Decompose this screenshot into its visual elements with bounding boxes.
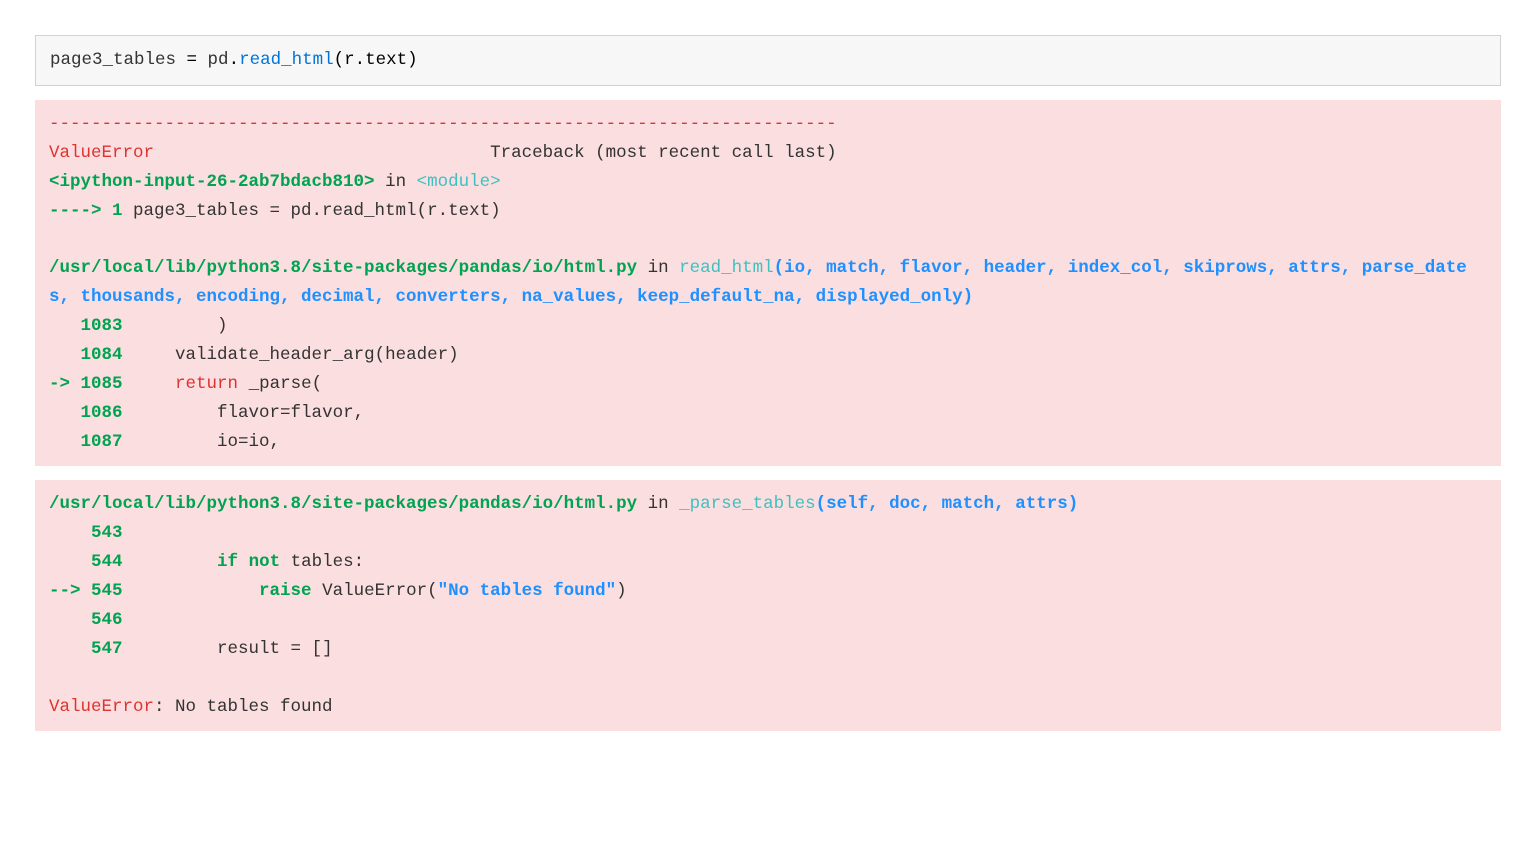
line-number: 547 — [91, 639, 123, 659]
source-line: validate_header_arg(header) — [123, 345, 459, 365]
line-number: 544 — [91, 552, 123, 572]
keyword-raise: raise — [123, 581, 312, 601]
code-dot: . — [229, 50, 240, 70]
keyword-if: if — [123, 552, 239, 572]
line-arrow-current: -> — [49, 374, 81, 394]
code-op: = — [176, 50, 208, 70]
in-word: in — [637, 494, 679, 514]
function-call: _parse — [238, 374, 312, 394]
line-number: 545 — [91, 581, 123, 601]
function-name: read_html — [679, 258, 774, 278]
in-word: in — [375, 172, 417, 192]
file-path: /usr/local/lib/python3.8/site-packages/p… — [49, 494, 637, 514]
error-name: ValueError — [49, 143, 154, 163]
line-number: 1086 — [81, 403, 123, 423]
code-attr: text — [365, 50, 407, 70]
code-input-cell[interactable]: page3_tables = pd.read_html(r.text) — [35, 35, 1501, 86]
line-arrow-current: --> — [49, 581, 91, 601]
paren: ) — [616, 581, 627, 601]
module-name: <module> — [417, 172, 501, 192]
source-line: flavor=flavor, — [123, 403, 365, 423]
code-arg: r — [344, 50, 355, 70]
error-separator: ----------------------------------------… — [49, 114, 837, 134]
line-number: 543 — [91, 523, 123, 543]
source-line — [123, 523, 134, 543]
line-number: 1083 — [81, 316, 123, 336]
paren: ( — [312, 374, 323, 394]
string-literal: "No tables found" — [438, 581, 617, 601]
final-error-message: : No tables found — [154, 697, 333, 717]
line-prefix — [49, 316, 81, 336]
line-number: 1084 — [81, 345, 123, 365]
line-prefix — [49, 523, 91, 543]
code-dot: . — [355, 50, 366, 70]
line-arrow-current: ----> 1 — [49, 201, 123, 221]
code-paren: ( — [334, 50, 345, 70]
line-prefix — [49, 639, 91, 659]
in-word: in — [637, 258, 679, 278]
line-prefix — [49, 552, 91, 572]
code-variable: page3_tables — [50, 50, 176, 70]
code-module: pd — [208, 50, 229, 70]
function-signature: (self, doc, match, attrs) — [816, 494, 1079, 514]
line-prefix — [49, 345, 81, 365]
function-name: _parse_tables — [679, 494, 816, 514]
source-line: result = [] — [123, 639, 333, 659]
keyword-not: not — [238, 552, 280, 572]
line-prefix — [49, 403, 81, 423]
line-number: 546 — [91, 610, 123, 630]
line-prefix — [49, 610, 91, 630]
line-prefix — [49, 432, 81, 452]
traceback-output-2: /usr/local/lib/python3.8/site-packages/p… — [35, 480, 1501, 731]
code-paren: ) — [407, 50, 418, 70]
source-line: tables: — [280, 552, 364, 572]
traceback-label: Traceback (most recent call last) — [480, 143, 837, 163]
exception-call: ValueError( — [312, 581, 438, 601]
source-line: page3_tables = pd.read_html(r.text) — [123, 201, 501, 221]
keyword-return: return — [123, 374, 239, 394]
final-error-name: ValueError — [49, 697, 154, 717]
line-number: 1087 — [81, 432, 123, 452]
code-function: read_html — [239, 50, 334, 70]
source-line: ) — [123, 316, 228, 336]
spacer — [154, 143, 480, 163]
line-number: 1085 — [81, 374, 123, 394]
source-line — [123, 610, 134, 630]
traceback-output-1: ----------------------------------------… — [35, 100, 1501, 467]
file-path: /usr/local/lib/python3.8/site-packages/p… — [49, 258, 637, 278]
source-line: io=io, — [123, 432, 281, 452]
source-marker: <ipython-input-26-2ab7bdacb810> — [49, 172, 375, 192]
